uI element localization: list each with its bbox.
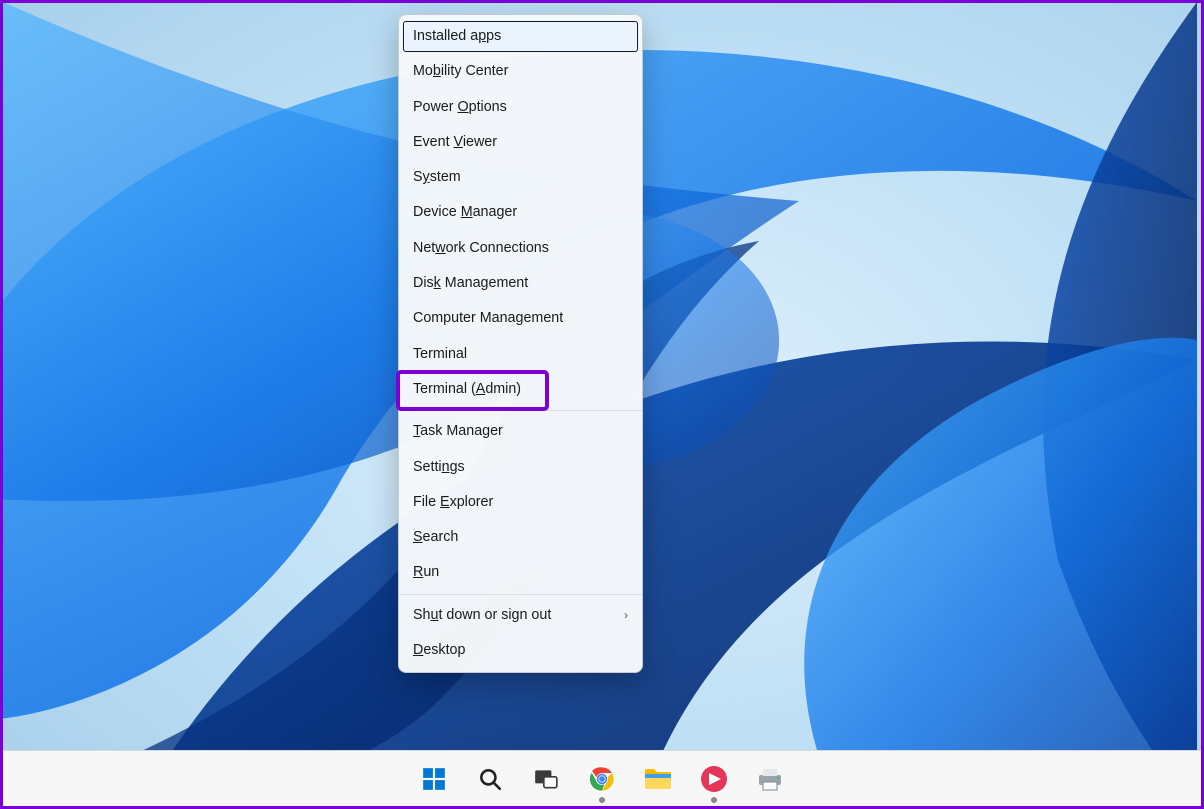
file-explorer-icon[interactable] <box>640 761 676 797</box>
menu-item-10[interactable]: Terminal (Admin) <box>399 372 642 407</box>
menu-item-15[interactable]: Search <box>399 520 642 555</box>
menu-item-label: Computer Management <box>413 309 563 328</box>
menu-item-1[interactable]: Mobility Center <box>399 54 642 89</box>
menu-item-7[interactable]: Disk Management <box>399 266 642 301</box>
menu-item-label: Task Manager <box>413 422 503 441</box>
menu-item-label: Power Options <box>413 98 507 117</box>
menu-item-label: Terminal (Admin) <box>413 380 521 399</box>
menu-item-label: Terminal <box>413 345 467 364</box>
menu-divider <box>399 410 642 411</box>
menu-item-16[interactable]: Run <box>399 555 642 590</box>
menu-item-4[interactable]: System <box>399 160 642 195</box>
menu-item-label: File Explorer <box>413 493 493 512</box>
menu-item-12[interactable]: Task Manager <box>399 414 642 449</box>
taskbar <box>3 750 1201 806</box>
menu-item-label: Network Connections <box>413 239 549 258</box>
pushbullet-icon[interactable] <box>696 761 732 797</box>
menu-item-label: Disk Management <box>413 274 528 293</box>
menu-item-0[interactable]: Installed apps <box>402 20 639 53</box>
menu-item-18[interactable]: Shut down or sign out › <box>399 598 642 633</box>
printer-icon[interactable] <box>752 761 788 797</box>
menu-item-9[interactable]: Terminal <box>399 337 642 372</box>
menu-item-13[interactable]: Settings <box>399 450 642 485</box>
menu-item-label: Shut down or sign out <box>413 606 551 625</box>
menu-divider <box>399 594 642 595</box>
menu-item-5[interactable]: Device Manager <box>399 195 642 230</box>
menu-item-label: Settings <box>413 458 465 477</box>
winx-context-menu: Installed apps Mobility Center Power Optio… <box>398 14 643 673</box>
menu-item-14[interactable]: File Explorer <box>399 485 642 520</box>
search-icon[interactable] <box>472 761 508 797</box>
menu-item-label: Event Viewer <box>413 133 497 152</box>
menu-item-8[interactable]: Computer Management <box>399 301 642 336</box>
menu-item-label: System <box>413 168 461 187</box>
menu-item-19[interactable]: Desktop <box>399 633 642 668</box>
menu-item-6[interactable]: Network Connections <box>399 231 642 266</box>
menu-item-label: Desktop <box>413 641 465 660</box>
menu-item-3[interactable]: Event Viewer <box>399 125 642 160</box>
chevron-right-icon: › <box>624 607 628 623</box>
menu-item-label: Mobility Center <box>413 62 508 81</box>
menu-item-label: Search <box>413 528 458 547</box>
menu-item-label: Run <box>413 563 439 582</box>
chrome-icon[interactable] <box>584 761 620 797</box>
screenshot-frame: Installed apps Mobility Center Power Optio… <box>0 0 1204 809</box>
menu-item-label: Installed apps <box>413 27 501 46</box>
start-icon[interactable] <box>416 761 452 797</box>
taskview-icon[interactable] <box>528 761 564 797</box>
menu-item-2[interactable]: Power Options <box>399 90 642 125</box>
menu-item-label: Device Manager <box>413 203 517 222</box>
